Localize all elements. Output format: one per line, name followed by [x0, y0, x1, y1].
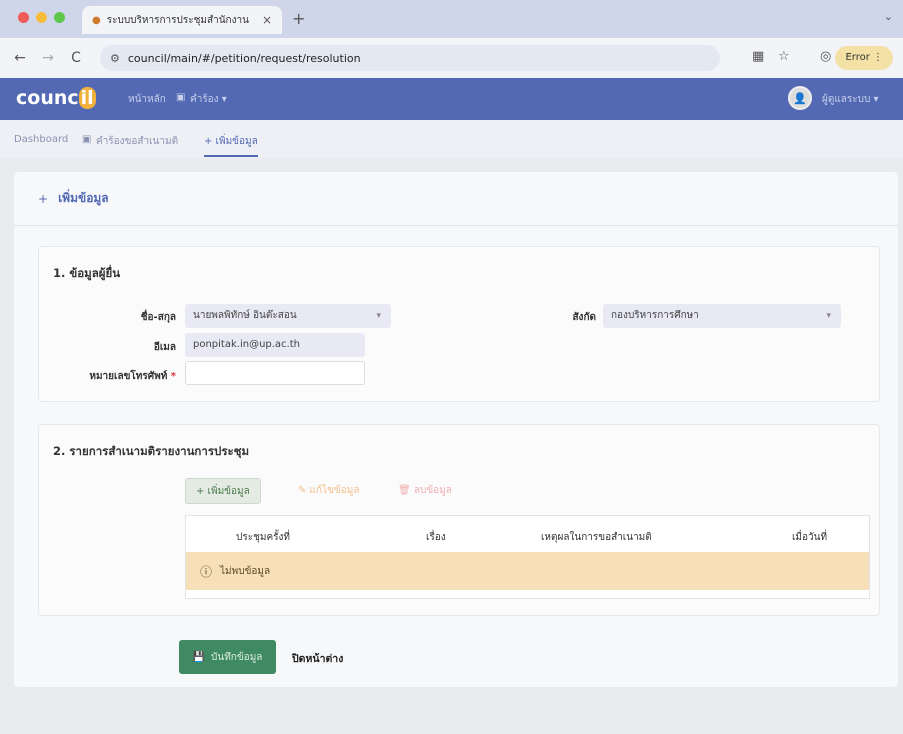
profile-icon[interactable]: ◎ [820, 49, 831, 64]
error-label: Error [845, 52, 870, 63]
logo-text: counc [16, 87, 79, 109]
phone-label-text: หมายเลขโทรศัพท์ [89, 371, 168, 382]
breadcrumb-dashboard[interactable]: Dashboard [14, 134, 68, 145]
chevron-down-icon: ▾ [826, 311, 831, 321]
column-header: เหตุผลในการขอสำเนามติ [541, 532, 652, 543]
phone-label: หมายเลขโทรศัพท์ * [60, 369, 176, 384]
save-icon: 💾 [192, 651, 206, 663]
required-marker: * [170, 371, 176, 382]
affiliation-label: สังกัด [572, 312, 596, 323]
breadcrumb-add[interactable]: + เพิ่มข้อมูล [204, 134, 258, 157]
browser-toolbar: ← → C ⚙ council/main/#/petition/request/… [0, 38, 903, 78]
email-field[interactable]: ponpitak.in@up.ac.th [185, 333, 365, 357]
breadcrumb-requests-icon: ▣ [82, 134, 92, 145]
empty-state-row: ⓘ ไม่พบข้อมูล [186, 552, 869, 590]
close-window-button[interactable] [18, 12, 29, 23]
minimize-window-button[interactable] [36, 12, 47, 23]
address-bar[interactable]: ⚙ council/main/#/petition/request/resolu… [100, 45, 720, 71]
resolution-section-title: 2. รายการสำเนามติรายงานการประชุม [53, 444, 250, 458]
nav-home-link[interactable]: หน้าหลัก [128, 92, 166, 107]
url-text[interactable]: council/main/#/petition/request/resoluti… [128, 52, 361, 65]
email-label: อีเมล [153, 342, 176, 353]
site-info-icon[interactable]: ⚙ [110, 52, 120, 65]
nav-requests-icon: ▣ [176, 92, 186, 103]
chevron-down-icon: ▾ [376, 311, 381, 321]
reload-button[interactable]: C [68, 50, 84, 66]
browser-tab[interactable]: ● ระบบบริหารการประชุมสำนักงาน × [82, 6, 282, 34]
tab-title: ระบบบริหารการประชุมสำนักงาน [106, 14, 249, 26]
breadcrumb-requests[interactable]: คำร้องขอสำเนามติ [96, 134, 178, 149]
forward-button[interactable]: → [40, 50, 56, 66]
app-logo[interactable]: counc il [16, 87, 96, 109]
user-menu[interactable]: ผู้ดูแลระบบ ▾ [822, 92, 879, 107]
tab-close-icon[interactable]: × [262, 13, 272, 27]
new-tab-button[interactable]: + [292, 9, 305, 28]
app-header: counc il หน้าหลัก ▣ คำร้อง ▾ 👤 ผู้ดูแลระบ… [0, 78, 903, 120]
logo-highlight: il [78, 87, 96, 109]
info-icon: ⓘ [200, 564, 213, 579]
error-profile-button[interactable]: Error ⋮ [835, 46, 893, 70]
phone-input[interactable] [185, 361, 365, 385]
translate-icon[interactable]: ▦ [752, 49, 764, 64]
page-title: + เพิ่มข้อมูล [14, 172, 898, 226]
user-avatar[interactable]: 👤 [788, 86, 812, 110]
delete-row-button[interactable]: 🗑 ลบข้อมูล [388, 478, 462, 504]
maximize-window-button[interactable] [54, 12, 65, 23]
tab-search-chevron-down-icon[interactable]: ⌄ [884, 10, 893, 23]
email-value: ponpitak.in@up.ac.th [193, 339, 300, 350]
tab-favicon-icon: ● [92, 14, 101, 26]
save-button[interactable]: 💾 บันทึกข้อมูล [179, 640, 276, 674]
add-row-button[interactable]: + เพิ่มข้อมูล [185, 478, 261, 504]
column-header: ประชุมครั้งที่ [236, 532, 291, 543]
save-label: บันทึกข้อมูล [211, 651, 263, 663]
name-label: ชื่อ-สกุล [140, 312, 176, 323]
close-window-link[interactable]: ปิดหน้าต่าง [292, 650, 343, 667]
column-header: เรื่อง [426, 532, 446, 543]
edit-row-button[interactable]: ✎ แก้ไขข้อมูล [288, 478, 369, 504]
applicant-section-title: 1. ข้อมูลผู้ยื่น [53, 266, 121, 280]
name-select[interactable]: นายพลพิทักษ์ อินต๊ะสอน ▾ [185, 304, 391, 328]
affiliation-select[interactable]: กองบริหารการศึกษา ▾ [603, 304, 841, 328]
window-controls [18, 12, 65, 23]
affiliation-value: กองบริหารการศึกษา [611, 310, 699, 321]
browser-tabstrip: ● ระบบบริหารการประชุมสำนักงาน × + ⌄ [0, 0, 903, 38]
breadcrumb: Dashboard ▣ คำร้องขอสำเนามติ + เพิ่มข้อม… [0, 120, 903, 158]
nav-requests-menu[interactable]: คำร้อง ▾ [190, 92, 227, 107]
bookmark-star-icon[interactable]: ☆ [778, 49, 790, 64]
empty-message: ไม่พบข้อมูล [220, 565, 271, 577]
back-button[interactable]: ← [12, 50, 28, 66]
page-title-text: เพิ่มข้อมูล [58, 191, 109, 205]
resolution-table: ประชุมครั้งที่ เรื่อง เหตุผลในการขอสำเนา… [185, 515, 870, 599]
column-header: เมื่อวันที่ [792, 532, 828, 543]
plus-icon: + [38, 191, 49, 206]
name-value: นายพลพิทักษ์ อินต๊ะสอน [193, 310, 297, 321]
